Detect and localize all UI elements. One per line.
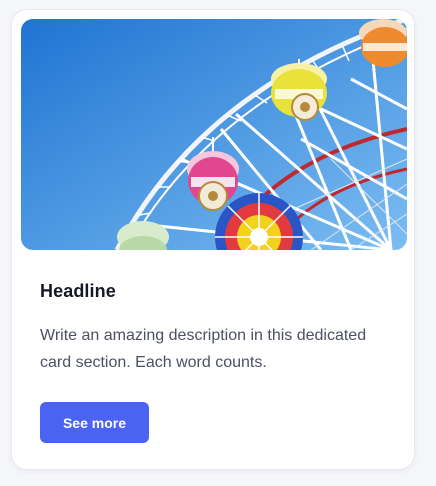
ferris-wheel-photo: [21, 19, 407, 250]
product-card: Headline Write an amazing description in…: [11, 9, 415, 470]
card-description: Write an amazing description in this ded…: [40, 327, 367, 371]
see-more-button[interactable]: See more: [40, 402, 149, 443]
card-image: [21, 19, 407, 250]
card-headline: Headline: [40, 281, 116, 301]
